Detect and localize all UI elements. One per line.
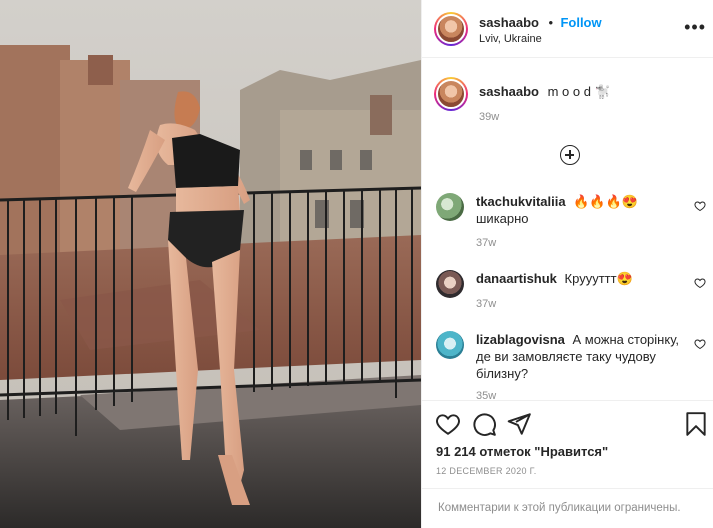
comment-body: lizablagovisna А можна сторінку, де ви з… <box>476 331 686 382</box>
bookmark-icon[interactable] <box>683 411 709 437</box>
heart-icon[interactable] <box>435 411 461 437</box>
location-link[interactable]: Lviv, Ukraine <box>479 33 542 45</box>
post-panel: sashaabo • Follow Lviv, Ukraine ••• sash… <box>421 0 713 528</box>
more-horizontal-icon[interactable]: ••• <box>684 18 706 36</box>
like-comment-heart-icon[interactable] <box>694 338 706 350</box>
post-header: sashaabo • Follow Lviv, Ukraine ••• <box>422 0 713 58</box>
author-line: sashaabo • Follow <box>479 14 602 32</box>
share-icon[interactable] <box>506 411 532 437</box>
post-photo-illustration <box>0 0 421 528</box>
comment-icon[interactable] <box>471 411 497 437</box>
caption-avatar[interactable] <box>434 77 468 111</box>
author-username[interactable]: sashaabo <box>479 15 539 30</box>
like-comment-heart-icon[interactable] <box>694 277 706 289</box>
author-avatar[interactable] <box>434 12 468 46</box>
commenter-username[interactable]: tkachukvitaliia <box>476 194 566 209</box>
commenter-avatar[interactable] <box>436 193 464 221</box>
post-photo[interactable] <box>0 0 421 528</box>
likes-count[interactable]: 91 214 отметок "Нравится" <box>436 444 608 459</box>
comment-body: danaartishuk Круууттт😍 <box>476 270 686 287</box>
caption-text: m o o d 🐩 <box>547 84 611 99</box>
post-date[interactable]: 12 DECEMBER 2020 Г. <box>436 466 537 476</box>
commenter-username[interactable]: lizablagovisna <box>476 332 565 347</box>
commenter-avatar[interactable] <box>436 331 464 359</box>
like-comment-heart-icon[interactable] <box>694 200 706 212</box>
comment-age[interactable]: 37w <box>476 298 496 310</box>
comment-age[interactable]: 37w <box>476 237 496 249</box>
comment-body: tkachukvitaliia 🔥🔥🔥😍 шикарно <box>476 193 686 227</box>
comments-restricted-notice: Комментарии к этой публикации ограничены… <box>422 488 713 528</box>
caption-age[interactable]: 39w <box>479 111 499 123</box>
commenter-username[interactable]: danaartishuk <box>476 271 557 286</box>
post-actions: 91 214 отметок "Нравится" 12 DECEMBER 20… <box>422 400 713 528</box>
caption-line: sashaabo m o o d 🐩 <box>479 84 611 100</box>
commenter-avatar[interactable] <box>436 270 464 298</box>
load-more-comments-icon[interactable] <box>560 145 580 165</box>
caption-username[interactable]: sashaabo <box>479 84 539 99</box>
comment-text: Круууттт😍 <box>564 271 633 286</box>
separator-dot: • <box>548 15 553 30</box>
follow-button[interactable]: Follow <box>560 15 601 30</box>
